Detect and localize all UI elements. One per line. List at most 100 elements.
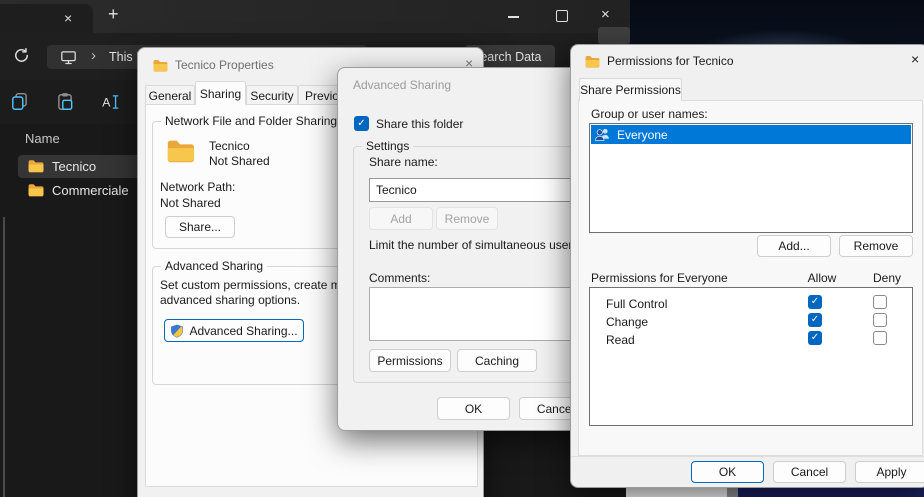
tab-general[interactable]: General <box>145 85 195 105</box>
tab-label: Sharing <box>200 87 241 101</box>
group-title: Network File and Folder Sharing <box>161 114 341 128</box>
caching-button[interactable]: Caching <box>457 349 537 372</box>
permission-row-label: Full Control <box>606 297 667 311</box>
allow-read-checkbox[interactable]: ✓ <box>808 331 822 345</box>
permission-row-label: Change <box>606 315 648 329</box>
background-window-strip-blue <box>738 488 924 497</box>
maximize-icon[interactable] <box>556 10 568 22</box>
folder-icon <box>27 181 44 201</box>
button-label: Apply <box>876 465 906 479</box>
dialog-title: Advanced Sharing <box>353 78 451 92</box>
deny-column-header: Deny <box>867 271 907 285</box>
background-window-strip-white <box>626 488 727 497</box>
shared-folder-name: Tecnico <box>209 139 250 153</box>
limit-users-label: Limit the number of simultaneous users t… <box>369 238 595 252</box>
button-label: Share... <box>179 220 221 234</box>
allow-full-control-checkbox[interactable]: ✓ <box>808 295 822 309</box>
button-label: Cancel <box>791 465 828 479</box>
input-value: Tecnico <box>376 183 417 197</box>
dialog-title: Permissions for Tecnico <box>607 54 734 68</box>
tab-close-icon[interactable]: × <box>64 10 72 26</box>
permissions-button[interactable]: Permissions <box>369 349 451 372</box>
svg-text:A: A <box>102 95 111 109</box>
uac-shield-icon <box>170 324 184 338</box>
this-pc-icon[interactable] <box>60 49 77 71</box>
button-label: Add... <box>778 239 809 253</box>
allow-change-checkbox[interactable]: ✓ <box>808 313 822 327</box>
button-label: OK <box>465 402 482 416</box>
dialog-title: Tecnico Properties <box>175 58 274 72</box>
chevron-icon: › <box>91 47 96 64</box>
share-button[interactable]: Share... <box>165 216 235 238</box>
list-item-label: Tecnico <box>52 159 96 174</box>
advanced-sharing-description-line2: advanced sharing options. <box>160 293 300 307</box>
button-label: Add <box>390 212 411 226</box>
share-name-input[interactable]: Tecnico <box>369 178 588 202</box>
rename-icon[interactable]: A <box>100 92 120 117</box>
tab-sharing[interactable]: Sharing <box>195 81 246 105</box>
scrollbar[interactable] <box>3 217 5 497</box>
list-item-label: Commerciale <box>52 183 129 198</box>
group-title: Advanced Sharing <box>161 259 267 273</box>
comments-textarea[interactable] <box>369 287 588 341</box>
ok-button[interactable]: OK <box>691 461 764 483</box>
network-path-label: Network Path: <box>160 180 235 194</box>
close-icon[interactable]: × <box>601 6 610 23</box>
folder-icon <box>152 57 168 76</box>
group-user-listbox[interactable]: Everyone <box>589 123 913 233</box>
tab-label: General <box>149 89 192 103</box>
shared-folder-state: Not Shared <box>209 154 270 168</box>
deny-change-checkbox[interactable] <box>873 313 887 327</box>
minimize-icon[interactable] <box>508 16 519 18</box>
screen: × + × › This PC Search Data <box>0 0 924 497</box>
explorer-tab[interactable]: × <box>0 4 93 33</box>
users-icon <box>594 126 611 143</box>
advanced-sharing-description-line1: Set custom permissions, create multip <box>160 278 363 292</box>
cancel-button[interactable]: Cancel <box>773 461 846 483</box>
copy-icon[interactable] <box>10 92 30 117</box>
new-tab-icon[interactable]: + <box>108 4 119 25</box>
apply-button[interactable]: Apply <box>855 461 924 483</box>
button-label: Cancel <box>537 402 574 416</box>
tab-label: Share Permissions <box>580 83 681 97</box>
group-name: Everyone <box>617 128 668 142</box>
advanced-sharing-button[interactable]: Advanced Sharing... <box>164 319 304 342</box>
refresh-icon[interactable] <box>13 47 30 69</box>
button-label: Permissions <box>377 354 442 368</box>
deny-read-checkbox[interactable] <box>873 331 887 345</box>
close-icon[interactable]: × <box>911 52 919 66</box>
folder-icon <box>165 135 195 168</box>
remove-button[interactable]: Remove <box>839 235 913 257</box>
list-item-everyone[interactable]: Everyone <box>591 125 911 144</box>
button-label: Remove <box>445 212 490 226</box>
share-this-folder-checkbox[interactable]: ✓ <box>354 116 369 131</box>
check-icon: ✓ <box>811 297 819 307</box>
button-label: OK <box>719 465 736 479</box>
folder-icon <box>27 157 44 177</box>
button-label: Advanced Sharing... <box>189 324 297 338</box>
tab-security[interactable]: Security <box>246 85 298 105</box>
button-label: Caching <box>475 354 519 368</box>
permissions-dialog: Permissions for Tecnico × Share Permissi… <box>570 44 924 488</box>
comments-label: Comments: <box>369 271 430 285</box>
paste-icon[interactable] <box>55 92 75 117</box>
explorer-tab-bar: × + × <box>0 0 630 33</box>
add-button[interactable]: Add <box>369 207 433 230</box>
column-header-name[interactable]: Name <box>25 131 60 146</box>
share-name-label: Share name: <box>369 155 438 169</box>
check-icon: ✓ <box>811 315 819 325</box>
remove-button[interactable]: Remove <box>436 207 498 230</box>
tab-share-permissions[interactable]: Share Permissions <box>579 78 682 101</box>
footer-divider <box>571 456 924 457</box>
tab-label: Security <box>250 89 293 103</box>
permissions-table: Full Control ✓ Change ✓ Read ✓ <box>589 287 913 426</box>
ok-button[interactable]: OK <box>437 397 510 420</box>
deny-full-control-checkbox[interactable] <box>873 295 887 309</box>
permission-row-label: Read <box>606 333 635 347</box>
group-user-names-label: Group or user names: <box>591 107 708 121</box>
panel-fragment <box>598 27 630 44</box>
check-icon: ✓ <box>811 333 819 343</box>
network-path-value: Not Shared <box>160 196 221 210</box>
allow-column-header: Allow <box>802 271 842 285</box>
add-button[interactable]: Add... <box>757 235 831 257</box>
